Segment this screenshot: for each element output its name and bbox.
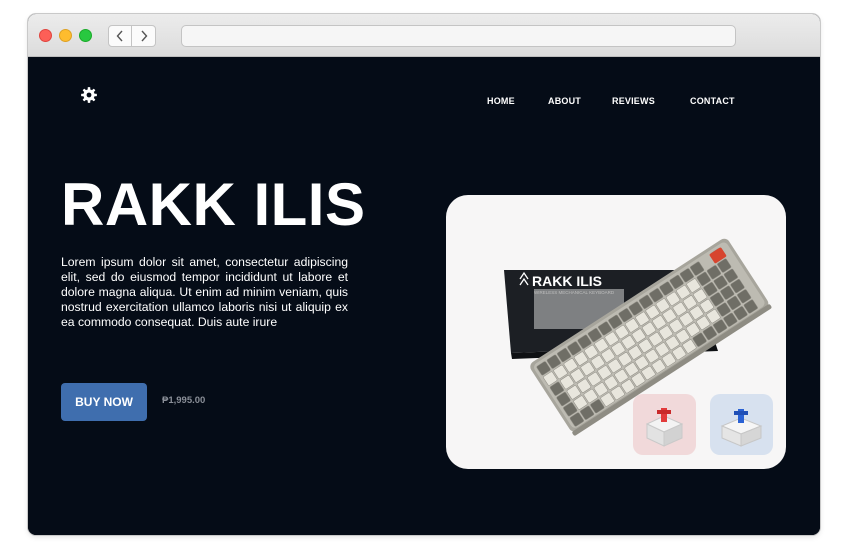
blue-switch-icon <box>720 409 763 447</box>
browser-titlebar <box>28 14 820 57</box>
forward-button[interactable] <box>132 25 156 47</box>
maximize-window-button[interactable] <box>79 29 92 42</box>
box-brand-text: RAKK ILIS <box>532 273 602 289</box>
red-switch-thumbnail[interactable] <box>633 394 696 455</box>
nav-contact-link[interactable]: CONTACT <box>690 96 735 106</box>
red-switch-icon <box>645 408 684 447</box>
nav-about-link[interactable]: ABOUT <box>548 96 581 106</box>
address-bar[interactable] <box>181 25 736 47</box>
blue-switch-thumbnail[interactable] <box>710 394 773 455</box>
gear-icon[interactable] <box>80 86 98 104</box>
chevron-left-icon <box>116 30 123 42</box>
back-button[interactable] <box>108 25 132 47</box>
svg-text:WIRELESS MECHANICAL KEYBOARD: WIRELESS MECHANICAL KEYBOARD <box>534 290 615 295</box>
nav-home-link[interactable]: HOME <box>487 96 515 106</box>
product-price: ₱1,995.00 <box>162 395 206 406</box>
minimize-window-button[interactable] <box>59 29 72 42</box>
hero-description: Lorem ipsum dolor sit amet, consectetur … <box>61 255 348 329</box>
nav-reviews-link[interactable]: REVIEWS <box>612 96 655 106</box>
browser-window: HOME ABOUT REVIEWS CONTACT RAKK ILIS Lor… <box>28 14 820 535</box>
product-card: RAKK ILIS WIRELESS MECHANICAL KEYBOARD <box>446 195 786 469</box>
hero-title: RAKK ILIS <box>61 171 366 238</box>
chevron-right-icon <box>140 30 147 42</box>
buy-now-button[interactable]: BUY NOW <box>61 383 147 421</box>
page-content: HOME ABOUT REVIEWS CONTACT RAKK ILIS Lor… <box>28 57 820 535</box>
close-window-button[interactable] <box>39 29 52 42</box>
